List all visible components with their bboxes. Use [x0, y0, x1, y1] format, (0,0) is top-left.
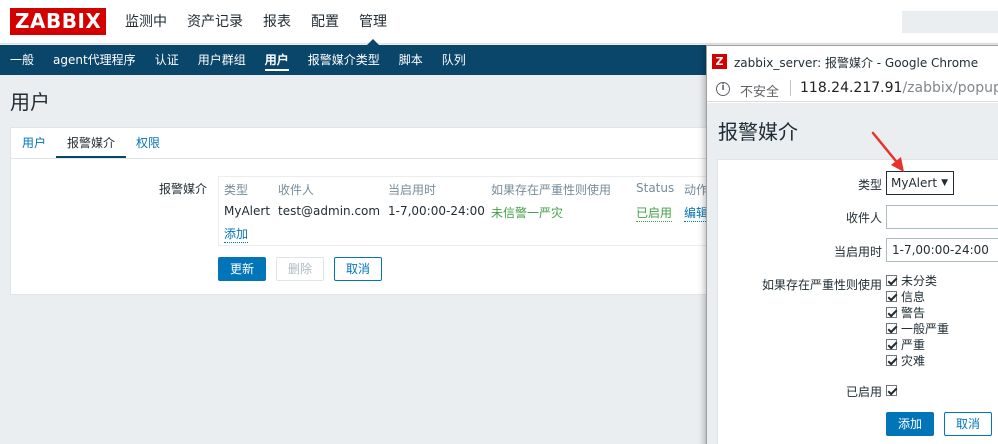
update-button[interactable]: 更新	[218, 257, 266, 281]
popup-form: 类型 MyAlert ▼ 收件人 当启用时 1-7,00:00-24:00 如果存…	[706, 102, 998, 444]
subnav-queue[interactable]: 队列	[442, 45, 466, 75]
media-sendto-cell: test@admin.com	[278, 204, 381, 218]
severity-label: 如果存在严重性则使用	[761, 278, 882, 292]
tab-user[interactable]: 用户	[22, 128, 46, 158]
add-media-link[interactable]: 添加	[224, 225, 249, 243]
menu-administration[interactable]: 管理	[359, 0, 387, 45]
severity-label-4: 严重	[901, 337, 926, 352]
checkbox-checked-icon	[886, 306, 897, 318]
page-title: 用户	[10, 90, 50, 114]
subnav-scripts[interactable]: 脚本	[399, 45, 423, 75]
severity-disaster-checkbox[interactable]: 灾难	[886, 352, 925, 368]
col-status-header: Status	[636, 181, 675, 195]
checkbox-checked-icon	[886, 354, 897, 366]
checkbox-checked-icon	[886, 384, 897, 396]
severity-high-checkbox[interactable]: 严重	[886, 336, 925, 352]
checkbox-checked-icon	[886, 322, 897, 334]
severity-label-5: 灾难	[901, 353, 926, 368]
col-when-header: 当启用时	[388, 183, 437, 197]
severity-label-1: 信息	[901, 289, 926, 304]
type-label: 类型	[857, 178, 882, 192]
subnav-general[interactable]: 一般	[10, 45, 34, 75]
severity-information-checkbox[interactable]: 信息	[886, 288, 925, 304]
subnav-authentication[interactable]: 认证	[155, 45, 179, 75]
chevron-down-icon: ▼	[941, 178, 948, 188]
type-select-value: MyAlert	[891, 176, 938, 190]
when-active-label: 当启用时	[833, 245, 882, 259]
zabbix-logo[interactable]: ZABBIX	[10, 8, 107, 35]
menu-reports[interactable]: 报表	[263, 0, 291, 44]
subnav-users[interactable]: 用户	[264, 45, 289, 75]
popup-window-title: zabbix_server: 报警媒介 - Google Chrome	[734, 56, 979, 70]
popup-cancel-button[interactable]: 取消	[944, 412, 992, 436]
media-when-cell: 1-7,00:00-24:00	[388, 204, 485, 218]
insecure-label: 不安全	[740, 85, 780, 100]
enabled-checkbox[interactable]	[886, 382, 901, 398]
address-bar[interactable]: i 不安全 118.24.217.91/zabbix/popup_	[707, 76, 998, 102]
menu-inventory[interactable]: 资产记录	[187, 0, 243, 44]
enabled-label: 已启用	[845, 385, 882, 399]
url-text[interactable]: 118.24.217.91/zabbix/popup_	[800, 80, 998, 96]
url-path: /zabbix/popup_	[902, 80, 998, 96]
media-severity-cell: 未信警一严灾	[491, 206, 564, 220]
menu-monitoring[interactable]: 监测中	[125, 0, 167, 44]
when-active-input[interactable]: 1-7,00:00-24:00	[886, 238, 998, 262]
subnav-user-groups[interactable]: 用户群组	[198, 45, 246, 75]
sendto-label: 收件人	[845, 211, 882, 225]
menu-configuration[interactable]: 配置	[311, 0, 339, 44]
checkbox-checked-icon	[886, 290, 897, 302]
cancel-button[interactable]: 取消	[334, 257, 382, 281]
popup-titlebar[interactable]: Z zabbix_server: 报警媒介 - Google Chrome	[707, 46, 998, 76]
popup-add-button[interactable]: 添加	[886, 412, 934, 436]
tab-bar: 用户 报警媒介 权限	[11, 128, 181, 159]
checkbox-checked-icon	[886, 338, 897, 350]
url-separator	[790, 80, 791, 96]
severity-label-0: 未分类	[901, 273, 938, 288]
media-label: 报警媒介	[159, 182, 208, 196]
sendto-input[interactable]	[886, 205, 998, 229]
subnav-media-types[interactable]: 报警媒介类型	[308, 45, 380, 75]
col-sendto-header: 收件人	[278, 183, 315, 197]
severity-not-classified-checkbox[interactable]: 未分类	[886, 272, 937, 288]
col-severity-header: 如果存在严重性则使用	[491, 183, 612, 197]
severity-label-3: 一般严重	[901, 321, 950, 336]
tab-media[interactable]: 报警媒介	[56, 128, 127, 159]
search-input[interactable]	[902, 11, 998, 33]
severity-label-2: 警告	[901, 305, 926, 320]
annotation-arrow-icon	[871, 131, 904, 172]
subnav-proxies[interactable]: agent代理程序	[53, 45, 136, 75]
top-header: ZABBIX 监测中 资产记录 报表 配置 管理	[0, 0, 998, 45]
tab-permissions[interactable]: 权限	[136, 128, 160, 158]
media-edit-link[interactable]: 编辑	[684, 204, 709, 222]
severity-warning-checkbox[interactable]: 警告	[886, 304, 925, 320]
severity-average-checkbox[interactable]: 一般严重	[886, 320, 949, 336]
checkbox-checked-icon	[886, 274, 897, 286]
main-menu: 监测中 资产记录 报表 配置 管理	[125, 0, 407, 45]
col-action-header: 动作	[684, 183, 709, 197]
zabbix-favicon-icon: Z	[712, 54, 727, 69]
media-table: 类型 收件人 当启用时 如果存在严重性则使用 Status 动作 MyAlert…	[218, 176, 738, 246]
info-icon[interactable]: i	[716, 82, 730, 96]
delete-button[interactable]: 删除	[276, 257, 324, 281]
col-type-header: 类型	[224, 183, 249, 197]
tab-divider	[11, 158, 729, 159]
media-type-cell: MyAlert	[224, 204, 271, 218]
media-status-link[interactable]: 已启用	[636, 204, 673, 222]
url-host: 118.24.217.91	[800, 80, 903, 96]
user-form-panel: 用户 报警媒介 权限 报警媒介 类型 收件人 当启用时 如果存在严重性则使用 S…	[10, 127, 738, 295]
